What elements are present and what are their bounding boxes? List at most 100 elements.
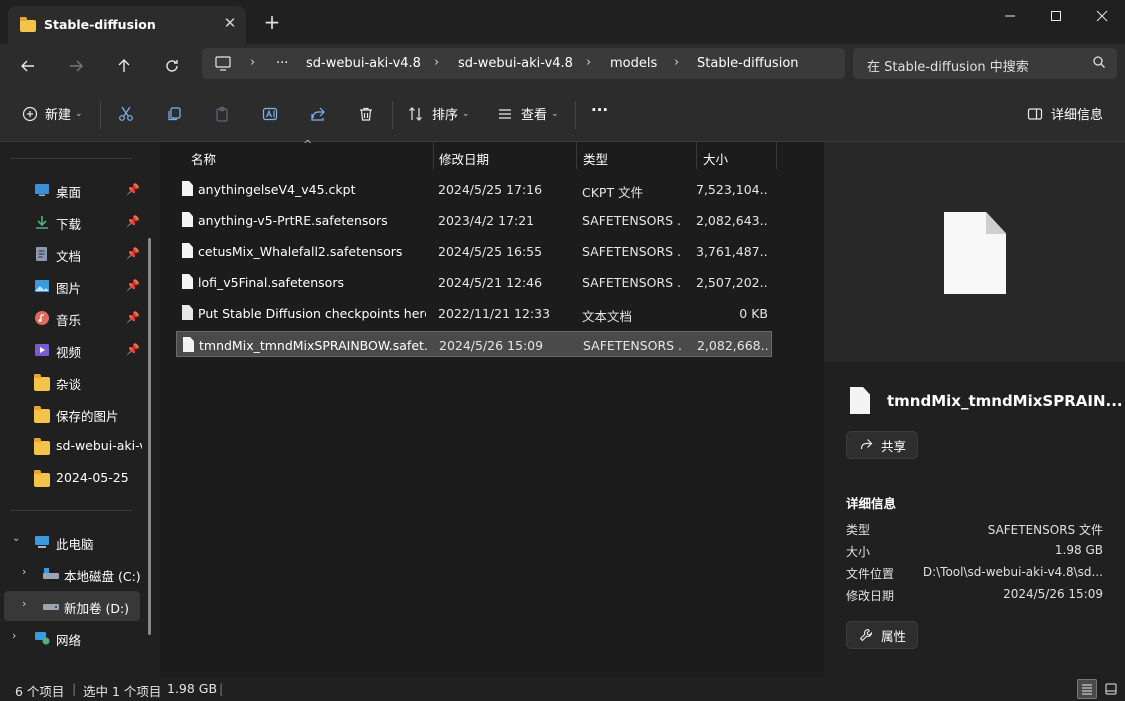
chevron-right-icon[interactable]: › — [22, 597, 26, 610]
sidebar-item-this-pc[interactable]: ⌄ 此电脑 — [0, 527, 148, 557]
forward-button[interactable] — [62, 52, 90, 80]
sidebar-item-folder[interactable]: 2024-05-25 — [0, 463, 148, 493]
arrow-right-icon — [70, 60, 83, 72]
new-button[interactable]: 新建 ⌄ — [22, 104, 83, 123]
details-pane-button[interactable]: 详细信息 — [1027, 104, 1103, 123]
share-button[interactable]: 共享 — [846, 431, 918, 459]
details-view-button[interactable] — [1077, 679, 1097, 699]
breadcrumb-item[interactable]: sd-webui-aki-v4.8 — [306, 56, 421, 71]
chevron-down-icon: ⌄ — [462, 108, 470, 119]
file-row[interactable]: cetusMix_Whalefall2.safetensors 2024/5/2… — [176, 238, 772, 264]
pin-icon[interactable]: 📌 — [126, 343, 140, 356]
music-icon — [35, 311, 49, 325]
breadcrumb-item[interactable]: sd-webui-aki-v4.8 — [458, 56, 573, 71]
sidebar-item-label: 2024-05-25 — [56, 470, 129, 485]
file-date: 2024/5/26 15:09 — [439, 338, 544, 353]
file-row[interactable]: anythingelseV4_v45.ckpt 2024/5/25 17:16 … — [176, 176, 772, 202]
view-button[interactable]: 查看 ⌄ — [497, 104, 559, 123]
tab-stable-diffusion[interactable]: Stable-diffusion ✕ — [8, 6, 246, 44]
address-bar[interactable]: › ··· sd-webui-aki-v4.8 › sd-webui-aki-v… — [202, 48, 845, 79]
sidebar-item-music[interactable]: 音乐 📌 — [0, 303, 148, 333]
delete-button[interactable] — [356, 104, 376, 124]
tiles-view-button[interactable] — [1101, 679, 1121, 699]
breadcrumb-overflow[interactable]: ··· — [276, 56, 288, 71]
chevron-right-icon[interactable]: › — [12, 629, 16, 642]
detail-label-location: 文件位置 — [846, 567, 895, 581]
text-file-icon — [182, 305, 193, 320]
file-row[interactable]: Put Stable Diffusion checkpoints here...… — [176, 300, 772, 326]
sort-button[interactable]: 排序 ⌄ — [408, 104, 470, 123]
search-input[interactable]: 在 Stable-diffusion 中搜索 — [853, 48, 1117, 79]
back-button[interactable] — [14, 52, 42, 80]
pin-icon[interactable]: 📌 — [126, 311, 140, 324]
column-divider[interactable] — [433, 142, 434, 169]
rename-icon — [262, 107, 278, 121]
column-header-type[interactable]: 类型 — [583, 149, 608, 168]
file-icon — [183, 337, 194, 352]
file-type: SAFETENSORS ... — [582, 275, 682, 290]
sidebar-item-drive-d[interactable]: › 新加卷 (D:) — [4, 591, 140, 621]
up-button[interactable] — [110, 52, 138, 80]
rename-button[interactable] — [260, 104, 280, 124]
new-tab-button[interactable]: + — [262, 12, 282, 32]
share-icon — [860, 439, 873, 449]
sidebar-item-videos[interactable]: 视频 📌 — [0, 335, 148, 365]
close-tab-icon[interactable]: ✕ — [222, 15, 238, 31]
breadcrumb-current[interactable]: Stable-diffusion — [697, 56, 799, 71]
sidebar-item-network[interactable]: › 网络 — [0, 623, 148, 653]
file-row[interactable]: lofi_v5Final.safetensors 2024/5/21 12:46… — [176, 269, 772, 295]
file-row[interactable]: anything-v5-PrtRE.safetensors 2023/4/2 1… — [176, 207, 772, 233]
sidebar-scrollbar[interactable] — [148, 238, 151, 635]
column-divider[interactable] — [576, 142, 577, 169]
file-icon — [850, 387, 870, 414]
file-type: SAFETENSORS ... — [582, 213, 682, 228]
sidebar-item-downloads[interactable]: 下载 📌 — [0, 207, 148, 237]
status-item-count: 6 个项目 — [15, 684, 65, 699]
file-type: 文本文档 — [582, 309, 633, 324]
chevron-down-icon[interactable]: ⌄ — [12, 533, 20, 544]
minimize-button[interactable] — [987, 0, 1033, 32]
file-size: 2,507,202... — [696, 275, 768, 290]
detail-value-modified: 2024/5/26 15:09 — [1003, 587, 1103, 601]
breadcrumb-item[interactable]: models — [610, 56, 657, 71]
sort-label: 排序 — [432, 108, 459, 123]
file-row-selected[interactable]: tmndMix_tmndMixSPRAINBOW.safet... 2024/5… — [176, 331, 772, 357]
navigation-pane: 桌面 📌 下载 📌 文档 📌 图片 📌 音乐 📌 视频 📌 杂谈 保存的图片 s… — [0, 142, 160, 677]
close-window-button[interactable] — [1079, 0, 1125, 32]
sidebar-item-folder[interactable]: 杂谈 — [0, 367, 148, 397]
chevron-right-icon[interactable]: › — [22, 565, 26, 578]
detail-label-modified: 修改日期 — [846, 589, 895, 603]
sidebar-item-folder[interactable]: 保存的图片 — [0, 399, 148, 429]
copy-button[interactable] — [164, 104, 184, 124]
sidebar-item-label: 网络 — [56, 633, 82, 648]
sidebar-item-desktop[interactable]: 桌面 📌 — [0, 175, 148, 205]
column-header-date[interactable]: 修改日期 — [439, 149, 489, 168]
column-header-name[interactable]: 名称 — [191, 149, 216, 168]
column-divider[interactable] — [776, 142, 777, 169]
sidebar-item-documents[interactable]: 文档 📌 — [0, 239, 148, 269]
sidebar-item-folder[interactable]: sd-webui-aki-v4.8 — [0, 431, 148, 461]
more-options-button[interactable]: ··· — [591, 101, 608, 119]
sidebar-divider — [10, 510, 132, 511]
pin-icon[interactable]: 📌 — [126, 247, 140, 260]
sidebar-item-drive-c[interactable]: › 本地磁盘 (C:) — [0, 559, 148, 589]
paste-button[interactable] — [212, 104, 232, 124]
properties-button[interactable]: 属性 — [846, 621, 918, 649]
breadcrumb-separator: › — [434, 55, 440, 70]
pin-icon[interactable]: 📌 — [126, 279, 140, 292]
status-selection: 选中 1 个项目 — [83, 684, 162, 699]
refresh-button[interactable] — [158, 52, 186, 80]
column-header-size[interactable]: 大小 — [703, 149, 728, 168]
file-icon — [182, 274, 193, 289]
chevron-down-icon: ⌄ — [75, 108, 83, 119]
maximize-button[interactable] — [1033, 0, 1079, 32]
toolbar-divider — [100, 101, 101, 129]
pin-icon[interactable]: 📌 — [126, 215, 140, 228]
file-icon — [182, 181, 193, 196]
sidebar-item-pictures[interactable]: 图片 📌 — [0, 271, 148, 301]
pin-icon[interactable]: 📌 — [126, 183, 140, 196]
status-divider: | — [72, 681, 77, 696]
cut-button[interactable] — [116, 104, 136, 124]
column-divider[interactable] — [696, 142, 697, 169]
share-button[interactable] — [308, 104, 328, 124]
